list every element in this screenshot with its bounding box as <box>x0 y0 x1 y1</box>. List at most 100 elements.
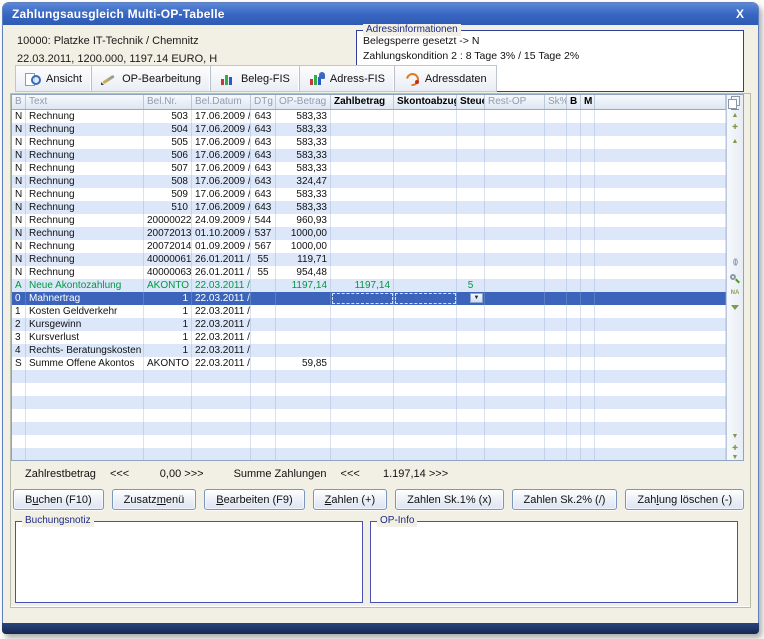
bearbeiten-button[interactable]: Bearbeiten (F9) <box>204 489 304 510</box>
column-header-b[interactable]: B <box>12 95 26 109</box>
column-header-bel-nr-[interactable]: Bel.Nr. <box>144 95 192 109</box>
na-icon[interactable]: NA <box>729 288 741 299</box>
cell-datum: 01.10.2009 /Do <box>192 227 251 240</box>
cell-belnr: 20072013 <box>144 227 192 240</box>
zahlung-loeschen-button[interactable]: Zahlung löschen (-) <box>625 489 744 510</box>
column-header-sk%[interactable]: Sk% <box>545 95 567 109</box>
tab-adressdaten[interactable]: Adressdaten <box>395 66 496 91</box>
cell-op: 583,33 <box>276 110 331 123</box>
cell-skonto <box>394 422 457 435</box>
cell-datum: 17.06.2009 /Mi <box>192 188 251 201</box>
column-header-rest-op[interactable]: Rest-OP <box>485 95 545 109</box>
zoom-icon[interactable] <box>729 274 741 285</box>
table-row[interactable]: NRechnung2000002224.09.2009 /Do544960,93 <box>12 214 743 227</box>
cell-datum: 22.03.2011 /Di <box>192 318 251 331</box>
cell-dtg: 544 <box>251 214 276 227</box>
window-title: Zahlungsausgleich Multi-OP-Tabelle <box>12 7 731 21</box>
cell-m <box>581 214 595 227</box>
tab-beleg-fis[interactable]: Beleg-FIS <box>211 66 300 91</box>
column-header-dtg[interactable]: DTg <box>251 95 276 109</box>
table-empty-row[interactable] <box>12 409 743 422</box>
table-empty-row[interactable] <box>12 422 743 435</box>
table-row[interactable]: ANeue AkontozahlungAKONTO22.03.2011 /Di1… <box>12 279 743 292</box>
table-row[interactable]: NRechnung2007201301.10.2009 /Do5371000,0… <box>12 227 743 240</box>
table-scroll-rail[interactable]: ▲✚▲(||)NA▼✚▼ <box>726 95 743 460</box>
cell-zahl <box>331 318 394 331</box>
column-header-m[interactable]: M <box>581 95 595 109</box>
cell-rest <box>485 253 545 266</box>
table-row[interactable]: NRechnung2007201401.09.2009 /Di5671000,0… <box>12 240 743 253</box>
table-row[interactable]: NRechnung50917.06.2009 /Mi643583,33 <box>12 188 743 201</box>
table-row[interactable]: 1Kosten Geldverkehr122.03.2011 /Di <box>12 305 743 318</box>
table-row[interactable]: NRechnung50717.06.2009 /Mi643583,33 <box>12 162 743 175</box>
table-empty-row[interactable] <box>12 370 743 383</box>
table-row[interactable]: NRechnung51017.06.2009 /Mi643583,33 <box>12 201 743 214</box>
table-row[interactable]: 3Kursverlust122.03.2011 /Di <box>12 331 743 344</box>
table-row[interactable]: 4Rechts- Beratungskosten122.03.2011 /Di <box>12 344 743 357</box>
cell-m <box>581 201 595 214</box>
zahlen-sk1-button[interactable]: Zahlen Sk.1% (x) <box>395 489 503 510</box>
table-row[interactable]: 0Mahnertrag122.03.2011 /Di▼ <box>12 292 743 305</box>
scroll-up-icon[interactable]: ▲ <box>729 136 741 147</box>
table-row[interactable]: 2Kursgewinn122.03.2011 /Di <box>12 318 743 331</box>
table-empty-row[interactable] <box>12 383 743 396</box>
cell-op <box>276 396 331 409</box>
column-header-b[interactable]: B <box>567 95 581 109</box>
cell-dtg <box>251 305 276 318</box>
cell-dtg <box>251 422 276 435</box>
buchungsnotiz-input[interactable] <box>16 522 362 602</box>
table-row[interactable]: NRechnung50817.06.2009 /Mi643324,47 <box>12 175 743 188</box>
table-row[interactable]: NRechnung4000006126.01.2011 /Mi55119,71 <box>12 253 743 266</box>
table-row[interactable]: NRechnung50517.06.2009 /Mi643583,33 <box>12 136 743 149</box>
cell-dtg: 643 <box>251 175 276 188</box>
table-row[interactable]: NRechnung50417.06.2009 /Mi643583,33 <box>12 123 743 136</box>
column-header-zahlbetrag[interactable]: Zahlbetrag <box>331 95 394 109</box>
cell-sk <box>545 422 567 435</box>
cell-m <box>581 110 595 123</box>
cell-rest <box>485 383 545 396</box>
cell-op: 583,33 <box>276 201 331 214</box>
column-header-bel-datum[interactable]: Bel.Datum <box>192 95 251 109</box>
op-info-area[interactable] <box>371 522 737 602</box>
add-row-icon[interactable]: ✚ <box>729 122 741 133</box>
table-row[interactable]: NRechnung50617.06.2009 /Mi643583,33 <box>12 149 743 162</box>
cell-zahl <box>331 422 394 435</box>
table-row[interactable]: SSumme Offene AkontosAKONTO22.03.2011 /D… <box>12 357 743 370</box>
cell-steue <box>457 253 485 266</box>
buchen-button[interactable]: Buchen (F10) <box>13 489 104 510</box>
column-select-icon[interactable]: (||) <box>729 257 741 268</box>
table-empty-row[interactable] <box>12 396 743 409</box>
table-empty-row[interactable] <box>12 448 743 461</box>
column-header-steue[interactable]: Steue <box>457 95 485 109</box>
cell-skonto <box>394 162 457 175</box>
table-row[interactable]: NRechnung50317.06.2009 /Mi643583,33 <box>12 110 743 123</box>
copy-icon[interactable] <box>729 96 741 107</box>
tab-adress-fis[interactable]: Adress-FIS <box>300 66 395 91</box>
table-row[interactable]: NRechnung4000006326.01.2011 /Mi55954,48 <box>12 266 743 279</box>
close-icon[interactable]: X <box>731 7 749 21</box>
zahlen-sk2-button[interactable]: Zahlen Sk.2% (/) <box>512 489 618 510</box>
cell-b <box>12 383 26 396</box>
cell-text <box>26 422 144 435</box>
column-header-text[interactable]: Text <box>26 95 144 109</box>
column-header-skontoabzug[interactable]: Skontoabzug <box>394 95 457 109</box>
tab-ansicht[interactable]: Ansicht <box>16 66 92 91</box>
cell-rest <box>485 149 545 162</box>
tab-op-bearbeitung[interactable]: OP-Bearbeitung <box>92 66 211 91</box>
cell-zahl <box>331 240 394 253</box>
column-header-op-betrag[interactable]: OP-Betrag <box>276 95 331 109</box>
steue-dropdown-icon[interactable]: ▼ <box>470 293 483 303</box>
zusatzmenu-button[interactable]: Zusatzmenü <box>112 489 197 510</box>
column-header-filler[interactable] <box>595 95 726 109</box>
table-empty-row[interactable] <box>12 435 743 448</box>
cell-belnr: 20000022 <box>144 214 192 227</box>
go-last-icon[interactable]: ▼ <box>729 453 741 461</box>
cell-text: Rechnung <box>26 175 144 188</box>
filter-icon[interactable] <box>729 302 741 313</box>
go-first-icon[interactable]: ▲ <box>729 109 741 120</box>
scroll-down-icon[interactable]: ▼ <box>729 431 741 442</box>
cell-b: N <box>12 162 26 175</box>
cell-op: 1000,00 <box>276 227 331 240</box>
zahlen-button[interactable]: Zahlen (+) <box>313 489 387 510</box>
cell-belnr: 510 <box>144 201 192 214</box>
